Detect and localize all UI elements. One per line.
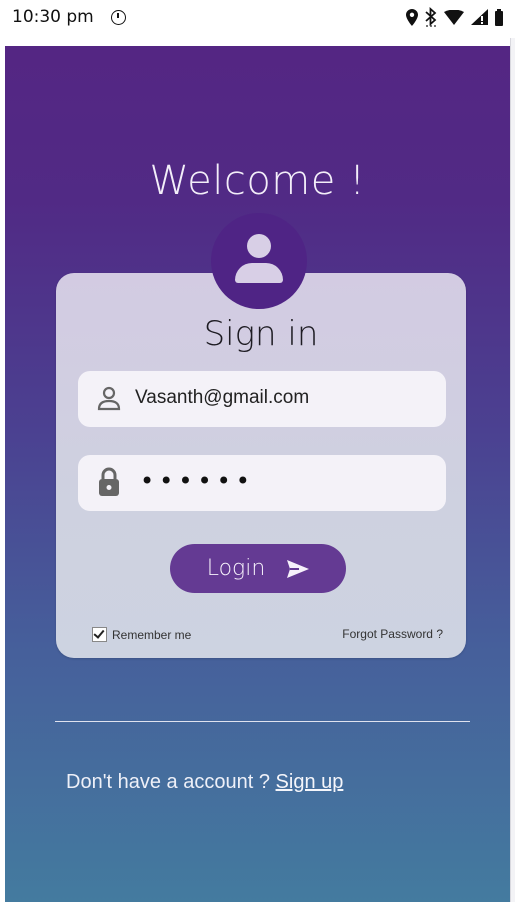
remember-me-label: Remember me [112, 627, 192, 642]
alarm-icon [111, 10, 126, 25]
login-screen: Welcome ! Sign in Vasanth@gmail.com ••••… [5, 46, 510, 902]
forgot-password-link[interactable]: Forgot Password ? [342, 627, 443, 641]
status-bar: 10:30 pm [0, 0, 515, 38]
avatar-head-shape [247, 234, 271, 258]
user-icon [97, 386, 121, 411]
status-icons [406, 6, 503, 28]
bluetooth-icon [425, 7, 437, 27]
email-field[interactable]: Vasanth@gmail.com [78, 371, 446, 427]
password-input[interactable]: •••••• [140, 467, 255, 495]
send-icon [287, 559, 310, 578]
signup-prompt: Don't have a account ? Sign up [66, 771, 343, 794]
signup-link[interactable]: Sign up [276, 771, 344, 793]
avatar-body-shape [235, 263, 283, 283]
signal-icon [471, 9, 488, 25]
remember-me-option[interactable]: Remember me [92, 627, 191, 642]
login-button[interactable]: Login [170, 544, 346, 593]
login-label: Login [206, 556, 266, 581]
welcome-title: Welcome ! [149, 158, 366, 204]
signin-card: Sign in Vasanth@gmail.com •••••• Login R… [56, 273, 466, 658]
remember-me-checkbox[interactable] [92, 627, 107, 642]
screen-edge [510, 38, 515, 902]
avatar [211, 213, 307, 309]
signup-prompt-text: Don't have a account ? [66, 771, 270, 793]
wifi-icon [444, 9, 464, 25]
signin-title: Sign in [203, 314, 319, 354]
battery-icon [495, 8, 503, 26]
divider [55, 721, 470, 722]
lock-icon [99, 467, 119, 496]
email-input[interactable]: Vasanth@gmail.com [135, 387, 309, 409]
location-icon [406, 8, 418, 26]
password-field[interactable]: •••••• [78, 455, 446, 511]
status-time: 10:30 pm [12, 7, 94, 27]
